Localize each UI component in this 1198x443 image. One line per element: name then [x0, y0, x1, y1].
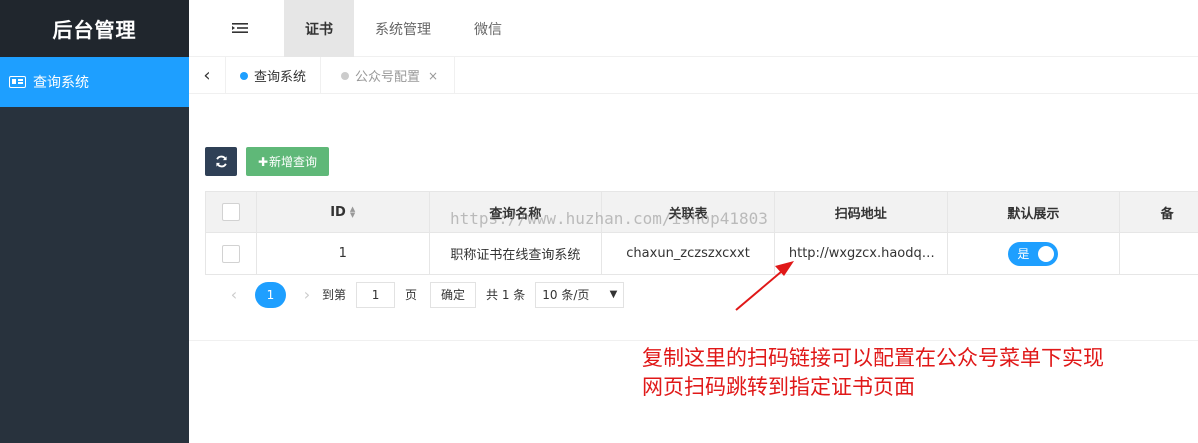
annotation-line-1: 复制这里的扫码链接可以配置在公众号菜单下实现: [642, 346, 1104, 370]
active-dot-icon: [240, 71, 248, 80]
plus-icon: ✚: [257, 154, 269, 169]
select-all-checkbox[interactable]: [221, 203, 240, 221]
add-query-button[interactable]: ✚ 新增查询: [246, 147, 329, 176]
annotation-text: 复制这里的扫码链接可以配置在公众号菜单下实现 网页扫码跳转到指定证书页面: [642, 344, 1192, 402]
add-query-label: 新增查询: [269, 155, 318, 169]
nav-tab-system-management[interactable]: 系统管理: [364, 0, 442, 57]
query-table: ID ▲ ▼ 查询名称 关联表 扫码地址 默认展示 备 1 职称证书在线查询系统 …: [205, 191, 1198, 275]
row-checkbox[interactable]: [221, 244, 240, 263]
app-title: 后台管理: [0, 0, 189, 57]
sidebar: 后台管理 查询系统: [0, 0, 189, 443]
sort-icon[interactable]: ▲ ▼: [350, 206, 355, 219]
cell-query-name: 职称证书在线查询系统: [430, 233, 603, 274]
cell-scan-url[interactable]: http://wxgzcx.haodq…: [775, 233, 948, 274]
menu-toggle-svg: [232, 23, 248, 33]
refresh-icon: [215, 155, 227, 168]
chevron-left-icon[interactable]: ‹: [189, 57, 226, 94]
header-id-label: ID: [330, 204, 346, 220]
prev-page-icon[interactable]: ‹: [225, 285, 243, 304]
top-navbar: 证书 系统管理 微信: [189, 0, 1198, 57]
cell-default-display: 是: [948, 233, 1121, 274]
page-unit-label: 页: [405, 288, 418, 302]
page-size-select[interactable]: 10 条/页 ▼: [535, 281, 625, 308]
annotation-line-2: 网页扫码跳转到指定证书页面: [642, 375, 915, 399]
header-default-display: 默认展示: [948, 192, 1121, 232]
refresh-button[interactable]: [205, 147, 237, 176]
goto-label: 到第: [322, 288, 347, 302]
menu-toggle-icon[interactable]: [225, 18, 255, 38]
next-page-icon[interactable]: ›: [298, 285, 316, 304]
page-tab-query-system[interactable]: 查询系统: [227, 57, 322, 94]
header-scan-url: 扫码地址: [775, 192, 948, 232]
nav-tab-certificate[interactable]: 证书: [284, 0, 354, 57]
sidebar-item-label: 查询系统: [33, 75, 89, 91]
row-checkbox-cell: [206, 233, 257, 274]
header-id[interactable]: ID ▲ ▼: [257, 192, 430, 232]
cell-remark: [1120, 233, 1198, 274]
chevron-down-icon: ▼: [609, 289, 618, 300]
pagination: ‹ 1 › 到第 1 页 确定 共 1 条 10 条/页 ▼: [225, 281, 625, 308]
page-size-value: 10 条/页: [542, 288, 590, 302]
nav-tab-wechat[interactable]: 微信: [459, 0, 517, 57]
page-tabs-bar: ‹ 查询系统 公众号配置 ×: [189, 57, 1198, 94]
cell-id: 1: [257, 233, 430, 274]
watermark-text: https://www.huzhan.com/ishop41803: [450, 209, 768, 228]
goto-confirm-button[interactable]: 确定: [430, 281, 477, 308]
close-icon[interactable]: ×: [428, 69, 438, 83]
sidebar-item-query-system[interactable]: 查询系统: [0, 57, 189, 107]
table-row: 1 职称证书在线查询系统 chaxun_zczszxcxxt http://wx…: [206, 233, 1198, 274]
header-remark: 备: [1160, 206, 1174, 222]
id-card-icon: [9, 76, 26, 88]
header-checkbox-cell: [206, 192, 257, 232]
current-page-button[interactable]: 1: [255, 281, 286, 308]
page-tab-label: 查询系统: [254, 70, 307, 85]
total-count: 共 1 条: [486, 288, 526, 302]
default-display-toggle[interactable]: 是: [1008, 241, 1059, 266]
cell-related-table: chaxun_zczszxcxxt: [602, 233, 775, 274]
toggle-label: 是: [1017, 247, 1030, 261]
page-tab-official-account-config[interactable]: 公众号配置 ×: [326, 57, 456, 94]
inactive-dot-icon: [341, 71, 349, 80]
toggle-knob: [1038, 245, 1055, 262]
goto-page-input[interactable]: 1: [356, 281, 396, 308]
page-tab-label: 公众号配置: [355, 70, 421, 85]
